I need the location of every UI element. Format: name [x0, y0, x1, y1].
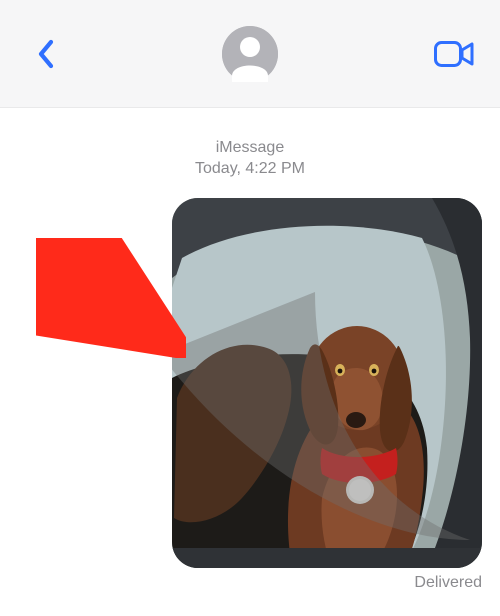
outgoing-message-row [0, 198, 500, 568]
back-button[interactable] [26, 34, 66, 74]
message-thread: iMessage Today, 4:22 PM [0, 108, 500, 592]
timestamp-time: 4:22 PM [245, 160, 305, 177]
chevron-left-icon [37, 39, 55, 69]
facetime-button[interactable] [434, 34, 474, 74]
service-label: iMessage [0, 138, 500, 159]
contact-avatar[interactable] [222, 26, 278, 82]
person-icon [222, 26, 278, 82]
timestamp-prefix: Today, [195, 160, 241, 177]
video-camera-icon [434, 41, 474, 67]
sent-photo-attachment[interactable] [172, 198, 482, 568]
delivery-status: Delivered [0, 574, 500, 592]
photo-content-icon [172, 198, 482, 568]
conversation-header [0, 0, 500, 108]
thread-meta: iMessage Today, 4:22 PM [0, 138, 500, 180]
